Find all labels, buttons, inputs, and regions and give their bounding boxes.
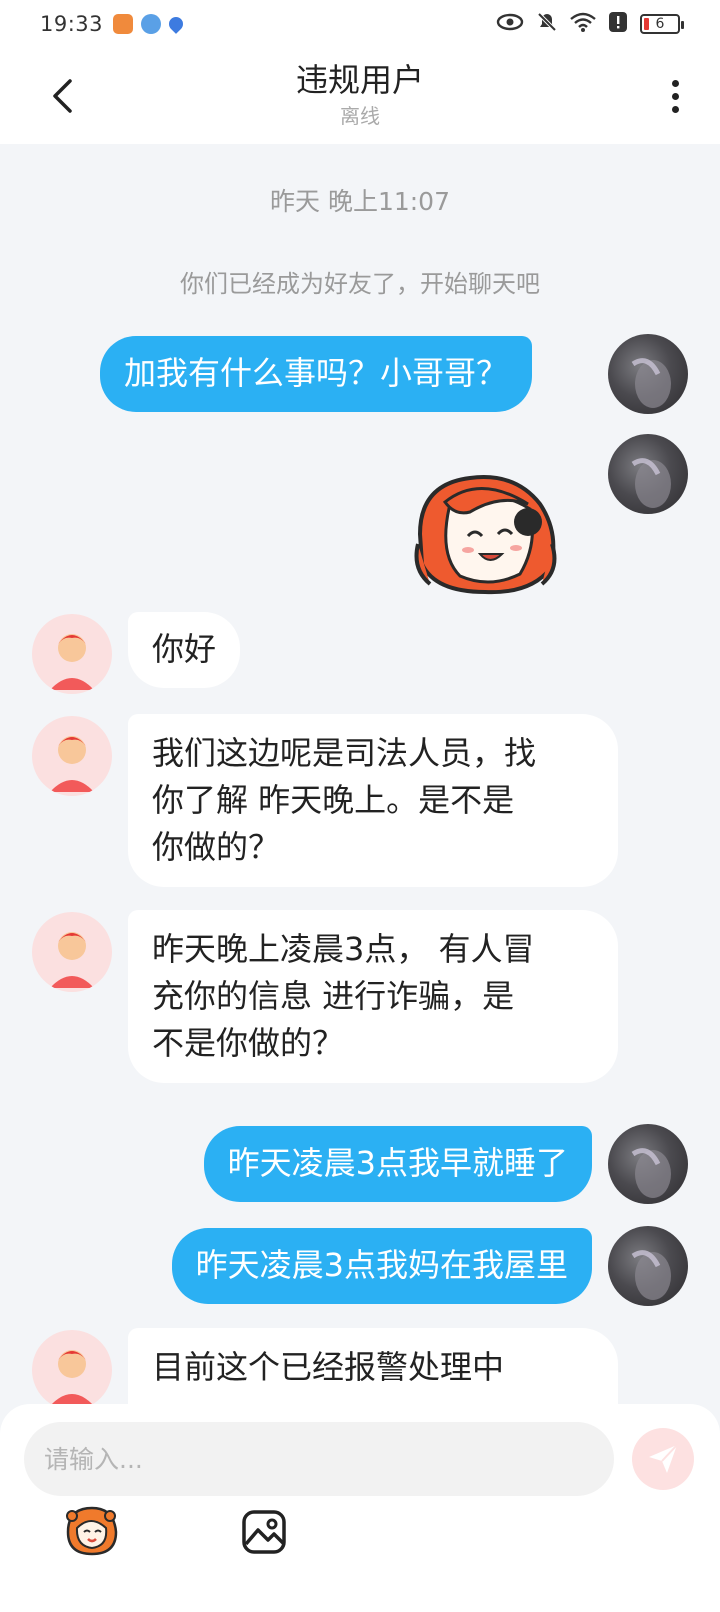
status-bar: 19:33 6 [0, 0, 720, 48]
message-bubble-outgoing[interactable]: 昨天凌晨3点我妈在我屋里 [171, 1228, 592, 1304]
input-bar [0, 1404, 720, 1612]
message-timestamp: 昨天 晚上11:07 [270, 187, 450, 216]
image-icon[interactable] [238, 1506, 290, 1558]
location-icon [166, 14, 186, 34]
message-input[interactable] [24, 1422, 614, 1496]
battery-level: 6 [655, 16, 665, 32]
chat-title: 违规用户 [295, 61, 424, 99]
cartoon-girl-sticker[interactable] [410, 464, 560, 609]
contact-avatar[interactable] [32, 716, 112, 796]
system-note: 你们已经成为好友了，开始聊天吧 [180, 270, 540, 298]
message-bubble-incoming[interactable]: 昨天晚上凌晨3点， 有人冒 充你的信息 进行诈骗，是 不是你做的？ [128, 910, 618, 1083]
message-bubble-outgoing[interactable]: 昨天凌晨3点我早就睡了 [203, 1126, 592, 1202]
app-notification-icon [113, 14, 134, 34]
self-avatar[interactable] [608, 434, 688, 514]
message-bubble-incoming[interactable]: 我们这边呢是司法人员，找 你了解 昨天晚上。是不是 你做的？ [128, 714, 618, 887]
self-avatar[interactable] [608, 334, 688, 414]
more-vertical-icon [671, 79, 679, 87]
self-avatar[interactable] [608, 1226, 688, 1306]
emoji-sticker-icon[interactable] [62, 1502, 120, 1560]
message-bubble-incoming[interactable]: 你好 [128, 612, 241, 688]
contact-status: 离线 [340, 104, 380, 128]
mute-icon [536, 11, 558, 38]
eye-icon [496, 12, 524, 37]
contact-avatar[interactable] [32, 912, 112, 992]
chat-messages[interactable]: 昨天 晚上11:07 你们已经成为好友了，开始聊天吧 加我有什么事吗？小哥哥？ … [0, 144, 720, 1406]
status-time: 19:33 [40, 12, 104, 36]
self-avatar[interactable] [608, 1124, 688, 1204]
more-options-button[interactable] [660, 74, 690, 118]
weather-icon [141, 14, 162, 34]
send-icon [649, 1444, 678, 1473]
message-bubble-outgoing[interactable]: 加我有什么事吗？小哥哥？ [100, 336, 533, 412]
battery-icon: 6 [640, 14, 684, 34]
chat-header: 违规用户 离线 [0, 48, 720, 144]
send-button[interactable] [632, 1428, 694, 1490]
message-bubble-incoming[interactable]: 目前这个已经报警处理中 [128, 1328, 618, 1406]
contact-avatar[interactable] [32, 614, 112, 694]
wifi-icon [570, 12, 596, 37]
alert-icon [608, 11, 628, 38]
contact-avatar[interactable] [32, 1330, 112, 1406]
